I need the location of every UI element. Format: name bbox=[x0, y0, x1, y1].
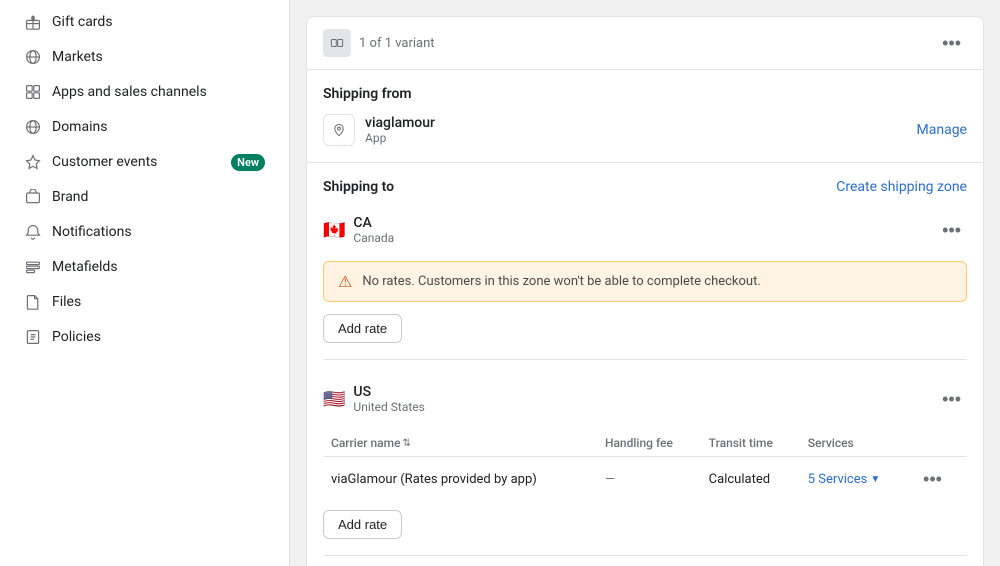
sidebar-item-metafields-label: Metafields bbox=[52, 259, 265, 275]
sidebar-item-files[interactable]: Files bbox=[8, 285, 281, 319]
transit-time-cell: Calculated bbox=[701, 457, 800, 503]
zone-ca-info: 🇨🇦 CA Canada bbox=[323, 215, 394, 245]
domain-icon bbox=[24, 118, 42, 136]
zone-us-info: 🇺🇸 US United States bbox=[323, 384, 425, 414]
globe-icon bbox=[24, 48, 42, 66]
handling-fee-cell: — bbox=[597, 457, 701, 503]
shipping-source: viaglamour App bbox=[323, 114, 435, 146]
zone-ca-name: CA bbox=[353, 215, 394, 231]
ca-warning-text: No rates. Customers in this zone won't b… bbox=[362, 274, 760, 289]
shipping-card: 1 of 1 variant ••• Shipping from viaglam… bbox=[306, 16, 984, 566]
th-carrier-name: Carrier name ⇅ bbox=[323, 430, 597, 457]
us-flag: 🇺🇸 bbox=[323, 389, 345, 410]
shipping-from-section: Shipping from viaglamour App Manage bbox=[307, 70, 983, 162]
warning-icon: ⚠ bbox=[338, 272, 352, 291]
sidebar-item-apps-label: Apps and sales channels bbox=[52, 84, 265, 100]
ca-flag: 🇨🇦 bbox=[323, 220, 345, 241]
variant-icon bbox=[323, 29, 351, 57]
sidebar-item-notifications[interactable]: Notifications bbox=[8, 215, 281, 249]
th-actions bbox=[909, 430, 967, 457]
top-row: 1 of 1 variant ••• bbox=[307, 17, 983, 70]
sidebar-item-notifications-label: Notifications bbox=[52, 224, 265, 240]
zone-us-menu-button[interactable]: ••• bbox=[936, 387, 967, 412]
zone-ca-row: 🇨🇦 CA Canada ••• bbox=[323, 207, 967, 253]
sidebar-item-customer-events[interactable]: Customer events New bbox=[8, 145, 281, 179]
sidebar-item-markets-label: Markets bbox=[52, 49, 265, 65]
sidebar-item-policies-label: Policies bbox=[52, 329, 265, 345]
rate-menu-button[interactable]: ••• bbox=[917, 467, 948, 492]
shipping-to-title: Shipping to bbox=[323, 179, 394, 195]
variant-menu-button[interactable]: ••• bbox=[936, 31, 967, 56]
sidebar-item-gift-cards[interactable]: Gift cards bbox=[8, 5, 281, 39]
sidebar-item-brand-label: Brand bbox=[52, 189, 265, 205]
location-icon-wrap bbox=[323, 114, 355, 146]
main-content: 1 of 1 variant ••• Shipping from viaglam… bbox=[290, 0, 1000, 566]
zone-ca-menu-button[interactable]: ••• bbox=[936, 218, 967, 243]
th-handling-fee: Handling fee bbox=[597, 430, 701, 457]
zone-us-sub: United States bbox=[353, 400, 424, 414]
sidebar-item-domains[interactable]: Domains bbox=[8, 110, 281, 144]
source-details: viaglamour App bbox=[365, 115, 435, 145]
source-type: App bbox=[365, 131, 435, 145]
sidebar-item-domains-label: Domains bbox=[52, 119, 265, 135]
th-services: Services bbox=[800, 430, 909, 457]
manage-link[interactable]: Manage bbox=[917, 122, 967, 138]
zone-ca-sub: Canada bbox=[353, 231, 394, 245]
sidebar-item-policies[interactable]: Policies bbox=[8, 320, 281, 354]
sidebar-item-brand[interactable]: Brand bbox=[8, 180, 281, 214]
shipping-from-title: Shipping from bbox=[323, 86, 967, 102]
services-link[interactable]: 5 Services ▼ bbox=[808, 472, 901, 487]
us-add-rate-button[interactable]: Add rate bbox=[323, 510, 402, 539]
sidebar-item-customer-events-label: Customer events bbox=[52, 154, 221, 170]
ca-warning-banner: ⚠ No rates. Customers in this zone won't… bbox=[323, 261, 967, 302]
variant-count: 1 of 1 variant bbox=[359, 36, 435, 51]
row-actions-cell: ••• bbox=[909, 457, 967, 503]
ca-add-rate-button[interactable]: Add rate bbox=[323, 314, 402, 343]
shipping-from-row: viaglamour App Manage bbox=[323, 114, 967, 146]
sidebar-item-metafields[interactable]: Metafields bbox=[8, 250, 281, 284]
th-transit-time: Transit time bbox=[701, 430, 800, 457]
sidebar-item-markets[interactable]: Markets bbox=[8, 40, 281, 74]
apps-icon bbox=[24, 83, 42, 101]
variant-info: 1 of 1 variant bbox=[323, 29, 435, 57]
bell-icon bbox=[24, 223, 42, 241]
sidebar: Gift cards Markets Apps and sales channe… bbox=[0, 0, 290, 566]
sidebar-item-files-label: Files bbox=[52, 294, 265, 310]
create-shipping-zone-link[interactable]: Create shipping zone bbox=[836, 179, 967, 195]
sidebar-item-gift-cards-label: Gift cards bbox=[52, 14, 265, 30]
events-icon bbox=[24, 153, 42, 171]
source-name: viaglamour bbox=[365, 115, 435, 131]
gift-icon bbox=[24, 13, 42, 31]
zone-us-name: US bbox=[353, 384, 424, 400]
zone-ca: 🇨🇦 CA Canada ••• ⚠ No rates. Customers i… bbox=[323, 207, 967, 343]
sidebar-item-apps-sales[interactable]: Apps and sales channels bbox=[8, 75, 281, 109]
new-badge: New bbox=[231, 154, 265, 171]
policies-icon bbox=[24, 328, 42, 346]
files-icon bbox=[24, 293, 42, 311]
us-carrier-table: Carrier name ⇅ Handling fee Transit time… bbox=[323, 430, 967, 502]
metafields-icon bbox=[24, 258, 42, 276]
brand-icon bbox=[24, 188, 42, 206]
zone-us-row: 🇺🇸 US United States ••• bbox=[323, 376, 967, 422]
carrier-name-cell: viaGlamour (Rates provided by app) bbox=[323, 457, 597, 503]
zone-us: 🇺🇸 US United States ••• Carrier bbox=[323, 359, 967, 539]
dash-icon: — bbox=[605, 472, 615, 487]
table-row: viaGlamour (Rates provided by app) — Cal… bbox=[323, 457, 967, 503]
services-cell: 5 Services ▼ bbox=[800, 457, 909, 503]
shipping-to-header: Shipping to Create shipping zone bbox=[323, 179, 967, 195]
chevron-down-icon: ▼ bbox=[870, 474, 880, 485]
zone-row-section: Rest of world Rest of World ••• Carrier … bbox=[323, 555, 967, 566]
shipping-to-section: Shipping to Create shipping zone 🇨🇦 CA C… bbox=[307, 162, 983, 566]
carrier-sort-icon: ⇅ bbox=[403, 438, 411, 449]
